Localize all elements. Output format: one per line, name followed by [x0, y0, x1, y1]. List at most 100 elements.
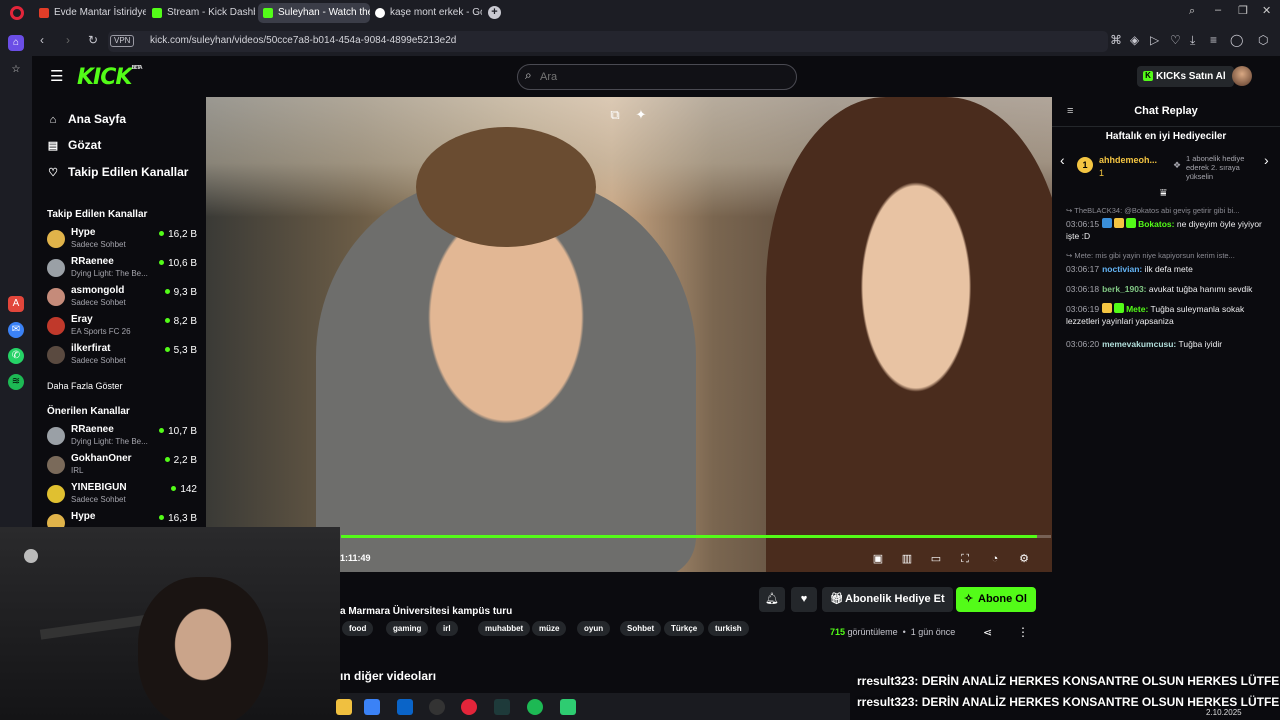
store-icon[interactable]	[364, 699, 380, 715]
miniplayer-icon[interactable]: ▭	[928, 551, 944, 567]
nav-label: Takip Edilen Kanallar	[68, 165, 189, 179]
menu-icon[interactable]: ≡	[1210, 33, 1217, 47]
sparkle-icon[interactable]: ✦	[632, 106, 650, 124]
maximize-icon[interactable]: ❐	[1238, 4, 1248, 17]
url-text[interactable]: kick.com/suleyhan/videos/50cce7a8-b014-4…	[150, 35, 456, 46]
gifter-name[interactable]: ahhdemeoh...	[1099, 155, 1157, 165]
reload-icon[interactable]: ↻	[88, 33, 98, 47]
channel-item-0[interactable]: Hype Sadece Sohbet 16,2 B	[47, 225, 197, 253]
home-icon[interactable]: ⌂	[8, 35, 24, 51]
aria-icon[interactable]: A	[8, 296, 24, 312]
extensions-icon[interactable]: ⬡	[1258, 33, 1268, 47]
search-input[interactable]	[540, 69, 780, 85]
search-box[interactable]: ⌕	[517, 64, 797, 90]
opera-logo-icon[interactable]	[10, 6, 24, 20]
channel-item-4[interactable]: ilkerfirat Sadece Sohbet 5,3 B	[47, 341, 197, 369]
chat-message: 03:06:18 berk_1903: avukat tuğba hanımı s…	[1066, 283, 1272, 295]
channel-item-1[interactable]: GokhanOner IRL 2,2 B	[47, 451, 197, 479]
camera-icon[interactable]: ⌘	[1110, 33, 1122, 47]
tag-8[interactable]: turkish	[708, 621, 749, 636]
buy-kicks-button[interactable]: K KICKs Satın Al	[1137, 66, 1234, 87]
file-explorer-icon[interactable]	[336, 699, 352, 715]
kick-logo[interactable]: KICKBETA	[77, 65, 143, 90]
reply-arrow-icon: ↪	[1066, 206, 1075, 215]
forward-icon[interactable]: ›	[66, 33, 70, 47]
subscribe-button[interactable]: ✧ Abone Ol	[956, 587, 1036, 612]
show-more-link[interactable]: Daha Fazla Göster	[47, 381, 123, 391]
tag-1[interactable]: gaming	[386, 621, 429, 636]
play-icon[interactable]: ▷	[1150, 33, 1159, 47]
gift-subscription-button[interactable]: 🎁︎ Abonelik Hediye Et	[822, 587, 953, 612]
chat-username[interactable]: berk_1903:	[1102, 284, 1146, 294]
terminal-icon[interactable]	[494, 699, 510, 715]
chat-username[interactable]: Bokatos:	[1138, 219, 1174, 229]
tab-1[interactable]: Stream - Kick Dashboard	[147, 3, 255, 23]
spotify-icon[interactable]	[527, 699, 543, 715]
channel-item-2[interactable]: YINEBIGUN Sadece Sohbet 142	[47, 480, 197, 508]
nav-home[interactable]: ⌂ Ana Sayfa	[47, 112, 126, 126]
tab-2-active[interactable]: Suleyhan - Watch the	[258, 3, 370, 23]
channel-item-0[interactable]: RRaenee Dying Light: The Be... 10,7 B	[47, 422, 197, 450]
profile-icon[interactable]: ◯	[1230, 33, 1243, 47]
fullscreen-icon[interactable]: ⛶	[957, 551, 973, 567]
opera-icon[interactable]	[461, 699, 477, 715]
video-progress-bar[interactable]	[341, 535, 1051, 538]
clip-icon[interactable]: ⧉	[606, 106, 624, 124]
chat-username[interactable]: noctivian:	[1102, 264, 1142, 274]
vpn-badge[interactable]: VPN	[110, 35, 135, 47]
back-icon[interactable]: ‹	[40, 33, 44, 47]
more-options-icon[interactable]: ⋮	[1017, 625, 1029, 639]
messenger-icon[interactable]: ✉	[8, 322, 24, 338]
video-player[interactable]: ⧉ ✦ 1:11:49 ▣ ▥ ▭ ⛶ ◔ ⚙	[206, 97, 1052, 572]
kick-app-icon[interactable]	[560, 699, 576, 715]
new-tab-plus-icon[interactable]: +	[488, 6, 501, 19]
chat-username[interactable]: Mete:	[1126, 304, 1148, 314]
hamburger-menu-icon[interactable]: ☰	[50, 67, 63, 85]
chat-username[interactable]: memevakumcusu:	[1102, 339, 1176, 349]
channel-item-1[interactable]: RRaenee Dying Light: The Be... 10,6 B	[47, 254, 197, 282]
tab-0[interactable]: Evde Mantar İstiridye Man	[34, 3, 146, 23]
spotify-icon[interactable]: ≋	[8, 374, 24, 390]
webcam-streamer	[138, 577, 268, 720]
theater-mode-icon[interactable]: ▣	[870, 551, 886, 567]
view-count: 715	[830, 627, 846, 637]
chat-timestamp: 03:06:18	[1066, 284, 1100, 294]
settings-gear-icon[interactable]: ⚙	[1016, 551, 1032, 567]
close-icon[interactable]: ✕	[1262, 4, 1271, 17]
chevron-right-icon[interactable]: ›	[1264, 152, 1269, 168]
tag-0[interactable]: food	[342, 621, 374, 636]
tab-3[interactable]: kaşe mont erkek - Google	[370, 3, 482, 23]
kicks-coin-icon: K	[1143, 71, 1153, 81]
speed-icon[interactable]: ◔	[987, 551, 1003, 567]
nav-browse[interactable]: ▤ Gözat	[47, 138, 102, 152]
channel-name: RRaenee	[71, 256, 114, 267]
video-time: 1:11:49	[340, 553, 371, 563]
tag-5[interactable]: oyun	[577, 621, 611, 636]
whatsapp-icon[interactable]: ✆	[8, 348, 24, 364]
star-icon[interactable]: ☆	[8, 62, 24, 78]
tag-3[interactable]: muhabbet	[478, 621, 531, 636]
chat-message: 03:06:19 Mete: Tuğba suleymanla sokak lez…	[1066, 303, 1272, 327]
shield-icon[interactable]: ◈	[1130, 33, 1139, 47]
download-icon[interactable]: ⤓	[1190, 33, 1195, 48]
obs-icon[interactable]	[429, 699, 445, 715]
minimize-icon[interactable]: –	[1215, 4, 1221, 16]
clip-create-icon[interactable]: ▥	[899, 551, 915, 567]
tag-2[interactable]: irl	[436, 621, 458, 636]
tag-7[interactable]: Türkçe	[664, 621, 705, 636]
outlook-icon[interactable]	[397, 699, 413, 715]
search-icon[interactable]: ⌕	[1189, 5, 1195, 18]
filter-icon[interactable]: ⩸	[1160, 187, 1167, 200]
chevron-left-icon[interactable]: ‹	[1060, 152, 1065, 168]
user-avatar[interactable]	[1232, 66, 1252, 86]
tag-4[interactable]: müze	[532, 621, 567, 636]
tag-6[interactable]: Sohbet	[620, 621, 662, 636]
channel-item-3[interactable]: Eray EA Sports FC 26 8,2 B	[47, 312, 197, 340]
channel-item-2[interactable]: asmongold Sadece Sohbet 9,3 B	[47, 283, 197, 311]
channel-avatar	[47, 259, 65, 277]
follow-heart-button[interactable]: ♥	[791, 587, 817, 612]
heart-icon[interactable]: ♡	[1170, 33, 1181, 47]
share-icon[interactable]: ⋖	[983, 626, 992, 639]
nav-following[interactable]: ♡ Takip Edilen Kanallar	[47, 165, 188, 179]
notification-bell-button[interactable]: 🔔︎	[759, 587, 785, 612]
